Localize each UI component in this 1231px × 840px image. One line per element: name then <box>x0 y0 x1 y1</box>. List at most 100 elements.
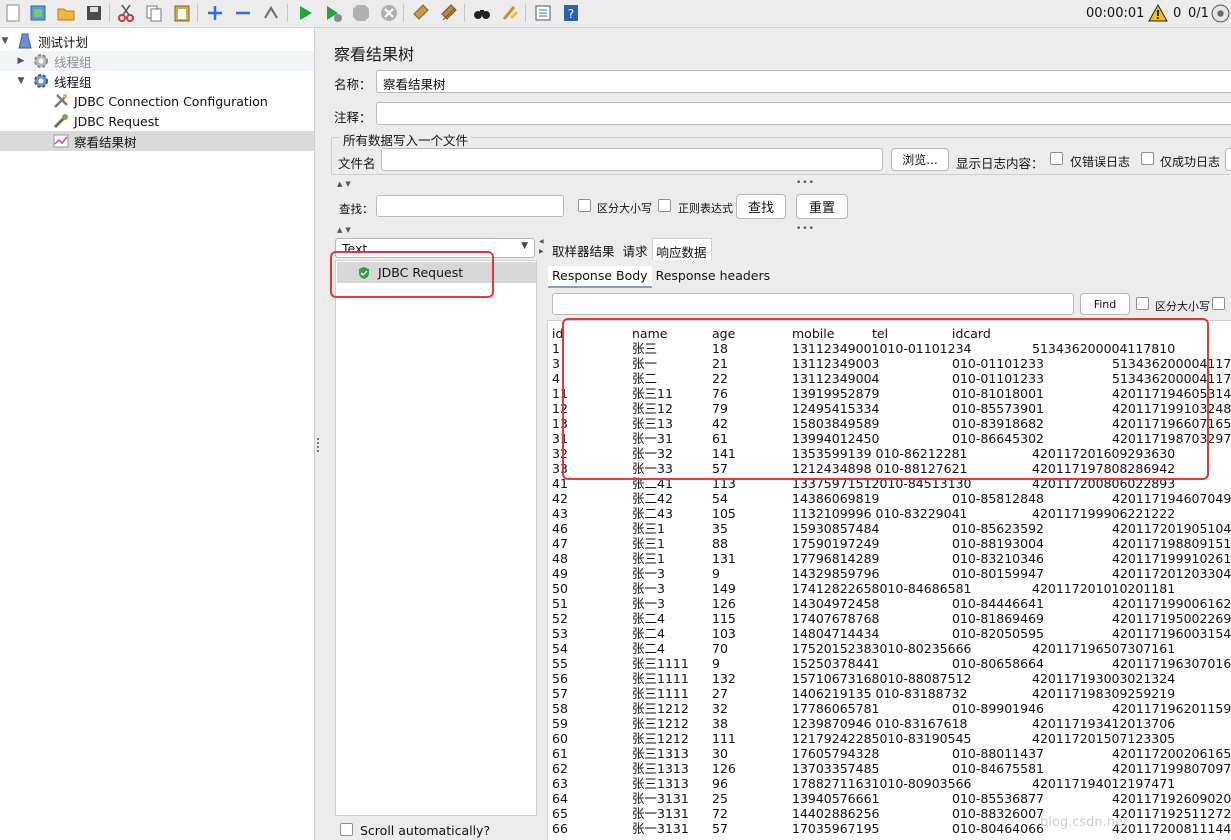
function-helper-icon[interactable] <box>532 2 554 24</box>
response-case-checkbox[interactable] <box>1136 297 1149 310</box>
response-cell: 17796814289 <box>792 551 880 566</box>
tab-response-body[interactable]: Response Body <box>548 266 652 288</box>
response-cell: 54 <box>552 641 568 656</box>
response-cell: 张三1212 <box>632 731 689 746</box>
find-button[interactable]: 查找 <box>736 194 786 219</box>
copy-icon[interactable] <box>143 2 165 24</box>
response-cell: 010-82050595 <box>952 626 1044 641</box>
remote-globe-icon[interactable] <box>1210 3 1231 24</box>
start-icon[interactable] <box>294 2 316 24</box>
name-field[interactable]: 察看结果树 <box>376 70 1231 93</box>
scroll-auto-label: Scroll automatically? <box>360 823 491 838</box>
response-line: 48 张三1 131 17796814289 010-83210346 420117199… <box>552 551 1231 566</box>
splitter-grip[interactable] <box>317 438 320 452</box>
reset-search-icon[interactable] <box>499 2 521 24</box>
tree-item-jdbc-config[interactable]: JDBC Connection Configuration <box>0 91 314 111</box>
tree-item-view-results-tree[interactable]: 察看结果树 <box>0 131 314 151</box>
response-cell: 010-81869469 <box>952 611 1044 626</box>
expand-toggle[interactable]: ▼ <box>0 36 10 46</box>
response-line: 64 张一3131 25 13940576661 010-85536877 4201171… <box>552 791 1231 806</box>
response-cell: 张一3131 <box>632 821 689 836</box>
case-sensitive-checkbox[interactable] <box>578 199 591 212</box>
response-cell: 47 <box>552 536 568 551</box>
shutdown-icon[interactable] <box>378 2 400 24</box>
response-line: 57 张三1111 27 1406219135 010-83188732 4201171… <box>552 686 1231 701</box>
tree-item-jdbc-request[interactable]: JDBC Request <box>0 111 314 131</box>
toggle-icon[interactable] <box>260 2 282 24</box>
stop-icon[interactable] <box>350 2 372 24</box>
response-cell: 66 <box>552 821 568 836</box>
open-icon[interactable] <box>55 2 77 24</box>
regex-label: 正则表达式 <box>678 202 733 215</box>
help-icon[interactable]: ? <box>560 2 582 24</box>
response-cell: 010-88011437 <box>952 746 1044 761</box>
response-cell: 57 <box>552 686 568 701</box>
new-icon[interactable] <box>2 2 24 24</box>
response-cell: 010-88326007 <box>952 806 1044 821</box>
response-cell: 14386069819 <box>792 491 880 506</box>
warning-icon[interactable] <box>1148 3 1168 23</box>
search-input[interactable] <box>376 195 564 217</box>
pipette-icon <box>53 114 68 129</box>
tab-response-headers[interactable]: Response headers <box>652 266 775 288</box>
templates-icon[interactable] <box>27 2 49 24</box>
test-plan-icon <box>18 33 32 49</box>
reset-button[interactable]: 重置 <box>796 194 848 219</box>
response-cell: 010-84675581 <box>952 761 1044 776</box>
expand-icon[interactable] <box>204 2 226 24</box>
tree-item-thread-group[interactable]: ▼ 线程组 <box>0 71 314 91</box>
response-regex-checkbox[interactable] <box>1212 297 1225 310</box>
expand-toggle[interactable]: ▼ <box>16 76 26 86</box>
response-cell: 15930857484 <box>792 521 880 536</box>
tree-item-test-plan[interactable]: ▼ 测试计划 <box>0 31 314 51</box>
clear-icon[interactable] <box>410 2 432 24</box>
browse-button[interactable]: 浏览... <box>891 148 949 171</box>
tree-item-thread-group-disabled[interactable]: ▶ 线程组 <box>0 51 314 71</box>
paste-icon[interactable] <box>171 2 193 24</box>
response-cell: 9 <box>712 566 720 581</box>
response-cell: 55 <box>552 656 568 671</box>
scroll-auto-checkbox[interactable] <box>340 823 353 836</box>
tree-item-label: 察看结果树 <box>74 134 137 150</box>
tab-response-data[interactable]: 响应数据 <box>651 238 712 260</box>
response-cell: 42011720020616538 <box>1112 746 1231 761</box>
clear-all-icon[interactable] <box>438 2 460 24</box>
collapse-icon[interactable] <box>232 2 254 24</box>
response-cell: 50 <box>552 581 568 596</box>
sample-result-list: JDBC Request <box>335 260 537 816</box>
search-icon[interactable] <box>471 2 493 24</box>
response-cell: 25 <box>712 791 728 806</box>
file-name-input[interactable] <box>381 148 883 171</box>
response-line: 62 张三1313 126 13703357485 010-84675581 420117… <box>552 761 1231 776</box>
expand-toggle[interactable]: ▶ <box>16 56 26 66</box>
divider-upper[interactable]: ▲▼ ••• <box>331 178 1231 189</box>
regex-checkbox[interactable] <box>658 199 671 212</box>
response-cell: 420117194012197471 <box>1032 776 1176 791</box>
response-cell: 张二42 <box>632 491 673 506</box>
response-cell: 42011720190510409 <box>1112 521 1231 536</box>
tab-sampler-result[interactable]: 取样器结果 <box>548 238 619 260</box>
save-icon[interactable] <box>83 2 105 24</box>
response-cell: 17605794328 <box>792 746 880 761</box>
response-cell: 13940576661 <box>792 791 880 806</box>
response-line: 43 张二43 105 1132109996 010-83229041 42011719… <box>552 506 1231 521</box>
response-find-button[interactable]: Find <box>1080 293 1130 315</box>
response-cell: 105 <box>712 506 736 521</box>
response-cell: 126 <box>712 596 736 611</box>
response-search-input[interactable] <box>552 293 1074 315</box>
divider-lower[interactable]: ▲▼ ••• <box>331 224 1231 235</box>
success-only-checkbox[interactable] <box>1141 152 1154 165</box>
response-cell: 张三1111 <box>632 671 689 686</box>
tab-request[interactable]: 请求 <box>619 238 652 260</box>
errors-only-checkbox[interactable] <box>1050 152 1063 165</box>
response-cell: 42011719991026110 <box>1112 551 1231 566</box>
response-cell: 14304972458 <box>792 596 880 611</box>
start-no-pause-icon[interactable] <box>322 2 344 24</box>
results-splitter[interactable]: ◀ ▶ <box>538 238 544 840</box>
response-cell: 49 <box>552 566 568 581</box>
watermark: blog.csdn.net <box>1040 815 1129 830</box>
cut-icon[interactable] <box>115 2 137 24</box>
configure-button[interactable] <box>1225 148 1231 171</box>
comment-field[interactable] <box>376 102 1231 125</box>
response-cell: 张三1 <box>632 551 665 566</box>
